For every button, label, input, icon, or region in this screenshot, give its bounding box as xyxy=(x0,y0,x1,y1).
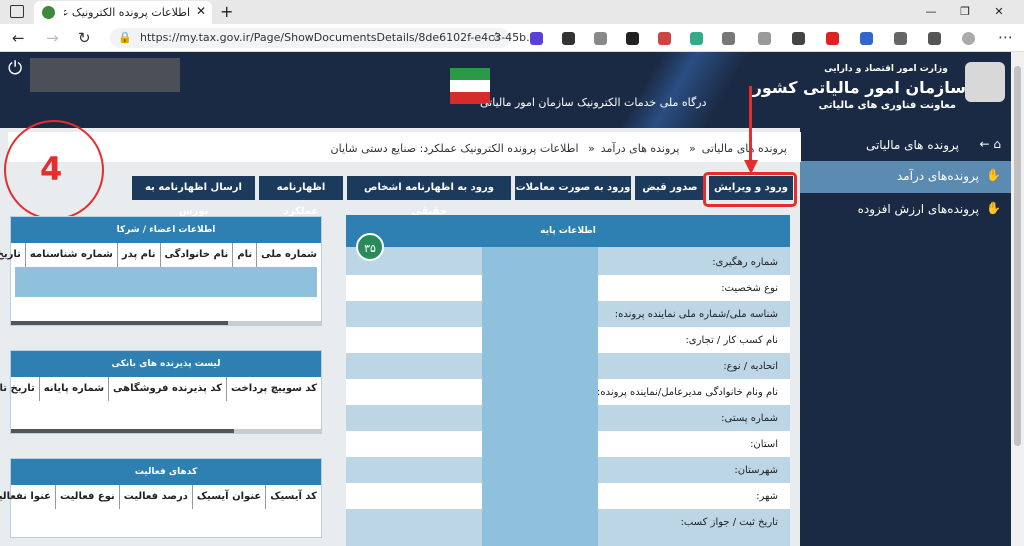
annotation-arrow xyxy=(749,86,752,166)
sidebar-item-income-files[interactable]: ✋ پرونده‌های درآمد xyxy=(800,161,1011,193)
close-tab-icon[interactable]: ✕ xyxy=(196,4,206,18)
sidebar-item-label: پرونده‌های درآمد xyxy=(896,169,979,183)
table-header: شماره ملی نام نام خانوادگی نام پدر شماره… xyxy=(0,243,321,267)
browser-tab[interactable]: اطلاعات پرونده الکترونیک عملکرد: ... ✕ xyxy=(34,1,212,24)
breadcrumb-link[interactable]: پرونده های درآمد xyxy=(601,142,680,155)
column-header: کد آیسیک xyxy=(265,485,321,509)
column-header: نام پدر xyxy=(116,243,160,267)
organization-title: سازمان امور مالیاتی کشور xyxy=(752,78,966,97)
profile-icon[interactable] xyxy=(962,32,975,45)
column-header: تاریخ تایید xyxy=(0,377,39,401)
forward-icon[interactable]: → xyxy=(46,29,59,47)
home-icon: ⌂ ← xyxy=(979,137,1002,151)
panel-title: لیست پذیرنده های بانکی xyxy=(11,351,321,377)
reload-icon[interactable]: ↻ xyxy=(78,29,91,47)
extension-icon[interactable] xyxy=(626,32,639,45)
column-header: شماره ملی xyxy=(256,243,321,267)
url-field[interactable]: 🔒 https://my.tax.gov.ir/Page/ShowDocumen… xyxy=(110,28,537,48)
hand-coin-icon: ✋ xyxy=(986,168,1001,182)
close-window-icon[interactable]: ✕ xyxy=(982,0,1016,24)
organization-subtitle: معاونت فناوری های مالیاتی xyxy=(818,100,956,111)
column-header: نام خانوادگی xyxy=(159,243,233,267)
annotation-arrowhead xyxy=(744,160,758,174)
site-header: ⏻ درگاه ملی خدمات الکترونیک سازمان امور … xyxy=(0,52,1011,128)
panel-title: اطلاعات اعضاء / شرکا xyxy=(11,217,321,243)
table-header: کد سوییچ پرداخت کد پذیرنده فروشگاهی شمار… xyxy=(0,377,321,401)
extension-icon[interactable] xyxy=(594,32,607,45)
extension-icon[interactable] xyxy=(792,32,805,45)
activities-panel: کدهای فعالیت کد آیسیک عنوان آیسیک درصد ف… xyxy=(0,458,322,538)
sidebar-item-label: پرونده های مالیاتی xyxy=(865,138,959,152)
extension-icon[interactable] xyxy=(722,32,735,45)
issue-bill-button[interactable]: صدور قبض xyxy=(635,176,705,200)
send-to-exchange-button[interactable]: ارسال اظهارنامه به بورس xyxy=(132,176,255,217)
column-header: نوع فعالیت xyxy=(55,485,119,509)
extension-icon[interactable] xyxy=(658,32,671,45)
collections-icon[interactable] xyxy=(928,32,941,45)
highlight-box xyxy=(703,172,797,207)
column-header: تاریخ xyxy=(0,243,25,267)
table-row xyxy=(15,267,317,297)
back-icon[interactable]: ← xyxy=(12,29,25,47)
site-favicon-icon xyxy=(42,6,55,19)
organization-logo-icon xyxy=(965,62,1005,102)
extension-icon[interactable] xyxy=(690,32,703,45)
new-tab-icon[interactable]: + xyxy=(220,2,233,21)
panel-title: اطلاعات پایه xyxy=(346,215,790,247)
sidebar-item-vat-files[interactable]: ✋ پرونده‌های ارزش افزوده xyxy=(800,194,1011,226)
tab-title: اطلاعات پرونده الکترونیک عملکرد: ... xyxy=(64,6,190,19)
breadcrumb-link[interactable]: پرونده های مالیاتی xyxy=(702,142,787,155)
tab-actions-icon[interactable] xyxy=(10,5,24,18)
user-info-redacted xyxy=(30,58,180,92)
step-number: 4 xyxy=(40,150,63,188)
extension-icon[interactable] xyxy=(826,32,839,45)
lock-icon[interactable]: 🔒 xyxy=(118,31,132,44)
column-header: نام xyxy=(232,243,256,267)
status-badge: ۳۵ xyxy=(356,233,384,261)
table-header: کد آیسیک عنوان آیسیک درصد فعالیت نوع فعا… xyxy=(0,485,321,509)
redacted-values xyxy=(482,247,598,546)
vertical-scrollbar[interactable] xyxy=(1011,52,1024,546)
column-header: عنوان آیسیک xyxy=(191,485,265,509)
step-annotation: 4 xyxy=(4,120,104,220)
column-header: شماره شناسنامه xyxy=(24,243,117,267)
column-header: کد پذیرنده فروشگاهی xyxy=(108,377,226,401)
breadcrumb: پرونده های مالیاتی« پرونده های درآمد« اط… xyxy=(8,132,801,162)
extension-icon[interactable] xyxy=(758,32,771,45)
individual-return-button[interactable]: ورود به اظهارنامه اشخاص حقیقی xyxy=(347,176,511,217)
column-header: شماره پایانه xyxy=(38,377,108,401)
horizontal-scrollbar[interactable] xyxy=(11,321,321,325)
extensions-icon[interactable] xyxy=(894,32,907,45)
power-icon[interactable]: ⏻ xyxy=(8,58,22,79)
breadcrumb-current: اطلاعات پرونده الکترونیک عملکرد: صنایع د… xyxy=(330,142,579,155)
ministry-name: وزارت امور اقتصاد و دارایی xyxy=(824,64,948,74)
column-header: درصد فعالیت xyxy=(118,485,192,509)
sidebar: ⌂ ← پرونده های مالیاتی ✋ پرونده‌های درآم… xyxy=(800,128,1011,546)
menu-icon[interactable]: ⋯ xyxy=(998,28,1013,46)
sidebar-item-label: پرونده‌های ارزش افزوده xyxy=(857,202,979,216)
portal-title: درگاه ملی خدمات الکترونیک سازمان امور ما… xyxy=(480,96,707,109)
address-bar: ← → ↻ 🔒 https://my.tax.gov.ir/Page/ShowD… xyxy=(0,24,1024,52)
column-header: کد سوییچ پرداخت xyxy=(225,377,321,401)
members-panel: اطلاعات اعضاء / شرکا شماره ملی نام نام خ… xyxy=(0,216,322,326)
restore-icon[interactable]: ❐ xyxy=(948,0,982,24)
minimize-icon[interactable]: — xyxy=(914,0,948,24)
column-header: عنوا نفعالیت xyxy=(0,485,55,509)
sidebar-item-tax-files[interactable]: ⌂ ← پرونده های مالیاتی xyxy=(800,130,1011,162)
scrollbar-thumb[interactable] xyxy=(1014,66,1021,446)
panel-title: کدهای فعالیت xyxy=(11,459,321,485)
banks-panel: لیست پذیرنده های بانکی کد سوییچ پرداخت ک… xyxy=(0,350,322,434)
extension-icon[interactable] xyxy=(530,32,543,45)
extension-icon[interactable] xyxy=(860,32,873,45)
browser-tabbar: اطلاعات پرونده الکترونیک عملکرد: ... ✕ +… xyxy=(0,0,1024,24)
horizontal-scrollbar[interactable] xyxy=(11,429,321,433)
favorite-star-icon[interactable]: ☆ xyxy=(490,30,502,45)
hand-coin-icon: ✋ xyxy=(986,201,1001,215)
window-controls: — ❐ ✕ xyxy=(914,0,1024,24)
performance-return-button[interactable]: اظهارنامه عملکرد xyxy=(259,176,343,217)
url-text: https://my.tax.gov.ir/Page/ShowDocuments… xyxy=(140,31,537,44)
extension-icon[interactable] xyxy=(562,32,575,45)
transactions-entry-button[interactable]: ورود به صورت معاملات xyxy=(515,176,631,200)
